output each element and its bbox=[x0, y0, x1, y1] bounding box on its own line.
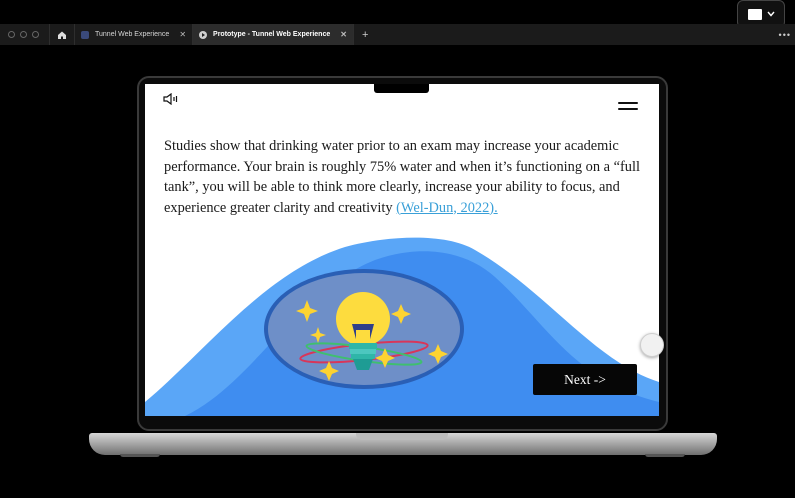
tab-label: Prototype - Tunnel Web Experience bbox=[213, 31, 331, 38]
figma-file-icon bbox=[81, 30, 89, 39]
laptop-foot bbox=[645, 454, 685, 457]
close-tab-icon[interactable]: ✕ bbox=[340, 30, 347, 39]
menu-line bbox=[618, 108, 638, 110]
chevron-down-icon bbox=[766, 11, 775, 17]
minimize-window-dot[interactable] bbox=[20, 31, 27, 38]
menu-line bbox=[618, 102, 638, 104]
tab-prototype[interactable]: Prototype - Tunnel Web Experience ✕ bbox=[193, 24, 354, 45]
camera-notch bbox=[374, 84, 429, 93]
more-options-icon[interactable]: ••• bbox=[779, 30, 791, 40]
speaker-icon bbox=[163, 93, 178, 105]
laptop-foot bbox=[120, 454, 160, 457]
tab-label: Tunnel Web Experience bbox=[95, 31, 170, 38]
slide-body-text: Studies show that drinking water prior t… bbox=[164, 136, 652, 218]
app-frame: Tunnel Web Experience ✕ Prototype - Tunn… bbox=[0, 0, 795, 498]
home-tab[interactable] bbox=[49, 24, 75, 45]
laptop-base-notch bbox=[356, 433, 448, 440]
maximize-window-dot[interactable] bbox=[32, 31, 39, 38]
present-icon bbox=[747, 8, 762, 20]
window-controls bbox=[8, 31, 39, 38]
close-tab-icon[interactable]: ✕ bbox=[179, 30, 186, 39]
new-tab-button[interactable]: + bbox=[362, 29, 368, 41]
scroll-handle[interactable] bbox=[640, 333, 664, 357]
tab-tunnel-web-experience[interactable]: Tunnel Web Experience ✕ bbox=[75, 24, 194, 45]
close-window-dot[interactable] bbox=[8, 31, 15, 38]
next-button[interactable]: Next -> bbox=[533, 364, 637, 395]
tab-bar: Tunnel Web Experience ✕ Prototype - Tunn… bbox=[0, 24, 795, 45]
sound-toggle[interactable] bbox=[163, 92, 183, 106]
play-icon bbox=[199, 30, 208, 39]
citation-link[interactable]: (Wel-Dun, 2022). bbox=[396, 200, 498, 216]
home-icon bbox=[58, 31, 66, 39]
hamburger-menu-button[interactable] bbox=[618, 101, 638, 111]
